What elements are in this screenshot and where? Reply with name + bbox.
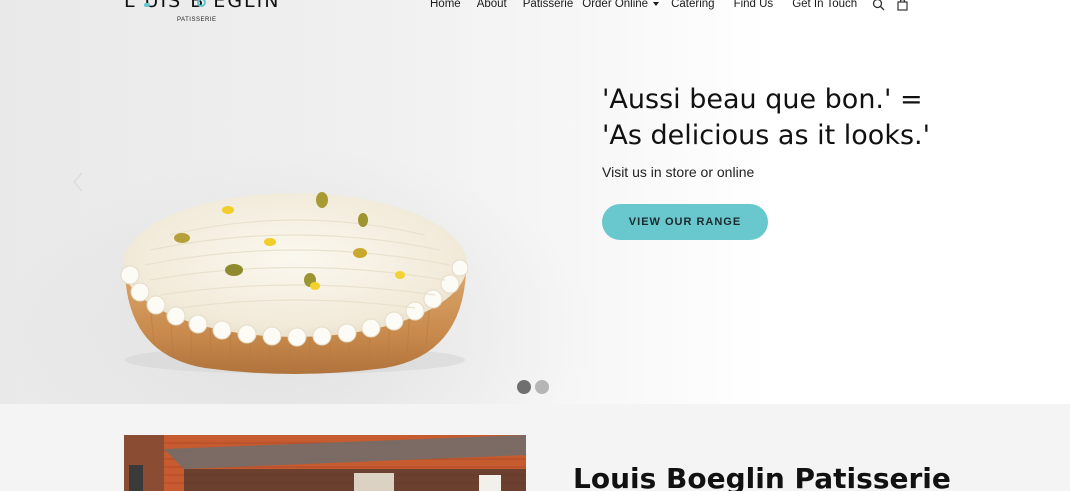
slider-dot-1[interactable] bbox=[517, 380, 531, 394]
nav-item-label: Find Us bbox=[733, 0, 774, 10]
lemon-tart-image bbox=[120, 192, 469, 374]
nav-item-label: About bbox=[476, 0, 507, 10]
site-header: L UIS B EGLIN PATISSERIE Home About Pati… bbox=[0, 0, 1070, 40]
chevron-down-icon bbox=[653, 2, 660, 6]
nav-item-label: Patisserie bbox=[522, 0, 574, 10]
hero-title: 'Aussi beau que bon.' = 'As delicious as… bbox=[602, 82, 962, 154]
hero-slider: 'Aussi beau que bon.' = 'As delicious as… bbox=[0, 0, 1070, 404]
nav-item-about[interactable]: About bbox=[477, 0, 507, 10]
slider-pagination bbox=[517, 380, 553, 394]
cart-bag-icon[interactable] bbox=[895, 0, 909, 11]
nav-item-catering[interactable]: Catering bbox=[671, 0, 714, 10]
about-title: Louis Boeglin Patisserie bbox=[573, 462, 951, 491]
slider-prev-arrow-icon[interactable] bbox=[70, 170, 86, 194]
logo-accent-ring bbox=[144, 3, 150, 7]
nav-item-patisserie[interactable]: Patisserie bbox=[523, 0, 574, 10]
nav-item-order-online[interactable]: Order Online bbox=[582, 0, 660, 10]
nav-item-label: Get In Touch bbox=[792, 0, 858, 10]
view-our-range-button[interactable]: VIEW OUR RANGE bbox=[602, 204, 768, 240]
logo-subtitle: PATISSERIE bbox=[177, 17, 217, 23]
storefront-photo bbox=[124, 435, 526, 491]
hero-subtitle: Visit us in store or online bbox=[602, 164, 755, 180]
nav-item-get-in-touch[interactable]: Get In Touch bbox=[792, 0, 857, 10]
site-logo[interactable]: L UIS B EGLIN PATISSERIE bbox=[124, 0, 278, 30]
hero-title-line-1: 'Aussi beau que bon.' = bbox=[602, 84, 923, 115]
slider-dot-2[interactable] bbox=[535, 380, 549, 394]
nav-item-find-us[interactable]: Find Us bbox=[734, 0, 774, 10]
nav-item-home[interactable]: Home bbox=[430, 0, 461, 10]
search-icon[interactable] bbox=[871, 0, 885, 11]
nav-item-label: Order Online bbox=[582, 0, 649, 10]
hero-title-line-2: 'As delicious as it looks.' bbox=[602, 120, 931, 151]
about-section: Louis Boeglin Patisserie bbox=[0, 404, 1070, 491]
nav-item-label: Catering bbox=[671, 0, 715, 10]
nav-item-label: Home bbox=[430, 0, 461, 10]
main-nav: Home About Patisserie Order Online Cater… bbox=[430, 0, 919, 11]
